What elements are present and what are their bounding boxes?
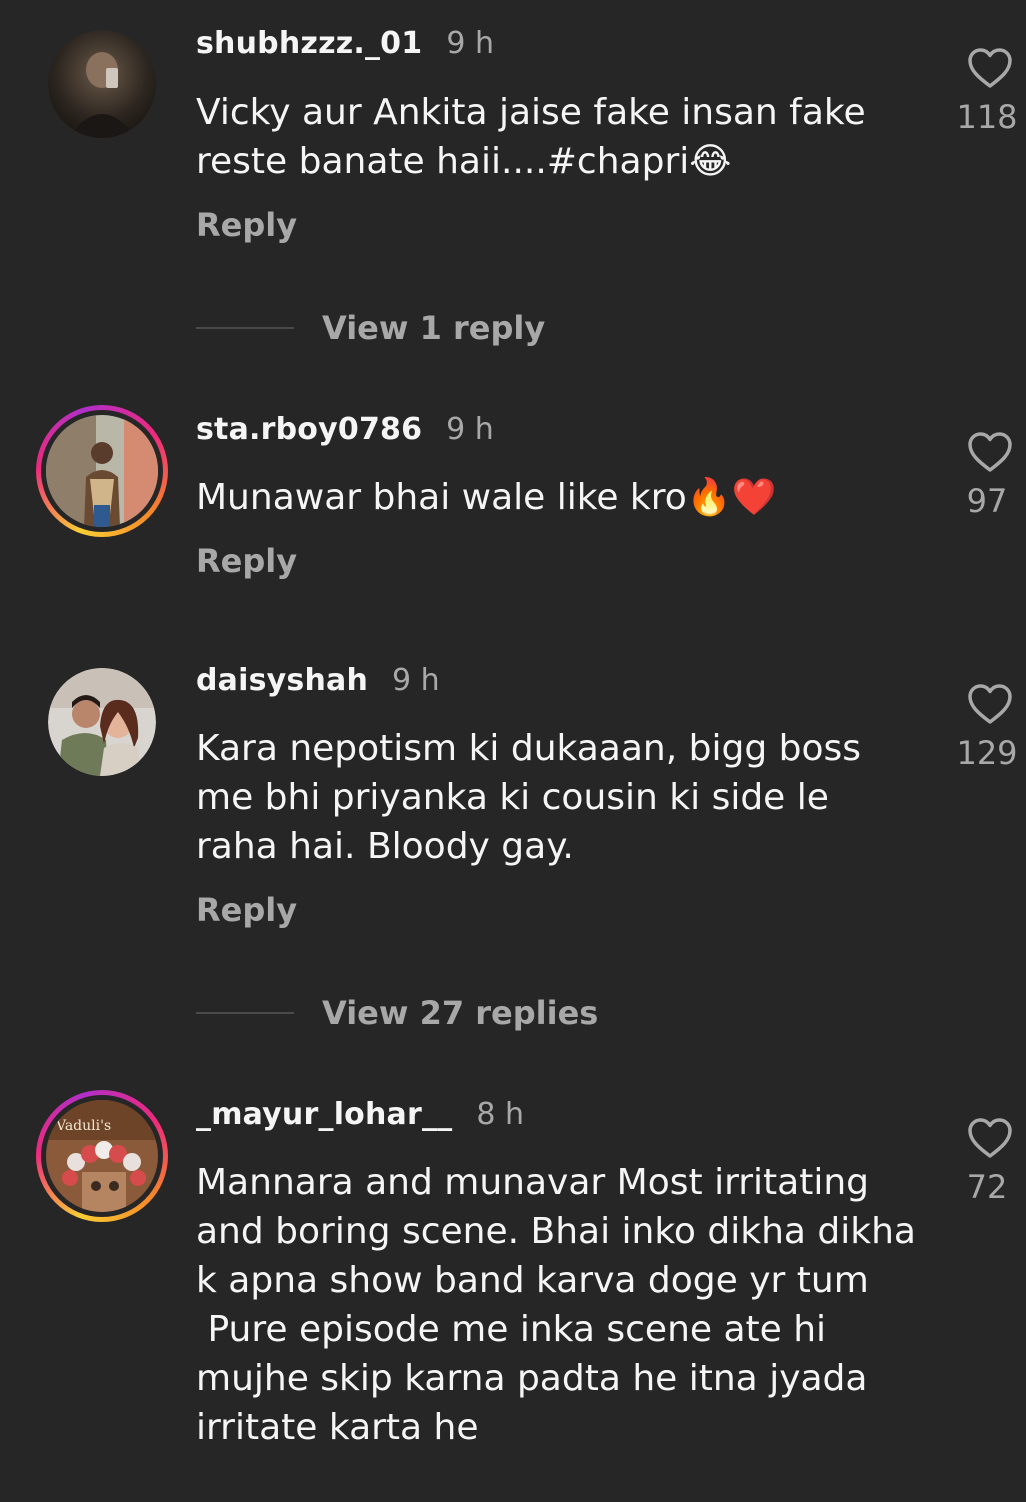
divider-line [196,1012,294,1014]
heart-outline-icon[interactable] [966,682,1014,726]
avatar[interactable]: Vaduli's [36,1090,168,1222]
avatar[interactable] [48,668,156,776]
like-column: 72 [950,1116,1026,1206]
like-column: 118 [950,46,1026,136]
like-count: 129 [956,734,1018,772]
heart-outline-icon[interactable] [966,46,1014,90]
comment-header: daisyshah 9 h [196,663,440,703]
comment-text: Munawar bhai wale like kro🔥❤️ [196,477,777,518]
comment-header: _mayur_lohar__ 8 h [196,1097,524,1137]
timestamp: 9 h [446,26,494,61]
heart-outline-icon[interactable] [966,430,1014,474]
like-column: 97 [950,430,1026,520]
username[interactable]: _mayur_lohar__ [196,1097,452,1132]
timestamp: 8 h [476,1097,525,1132]
username[interactable]: shubhzzz._01 [196,26,422,61]
comment-text: Vicky aur Ankita jaise fake insan fake r… [196,92,878,182]
view-replies-button[interactable]: View 1 reply [196,308,545,348]
view-replies-label[interactable]: View 1 reply [322,309,545,347]
comment-header: shubhzzz._01 9 h [196,26,494,66]
reply-button[interactable]: Reply [196,542,297,580]
comment-header: sta.rboy0786 9 h [196,412,494,452]
avatar-image: Vaduli's [46,1100,158,1212]
username[interactable]: sta.rboy0786 [196,412,422,447]
like-column: 129 [950,682,1026,772]
divider-line [196,327,294,329]
view-replies-button[interactable]: View 27 replies [196,993,598,1033]
view-replies-label[interactable]: View 27 replies [322,994,598,1032]
avatar-image [46,415,158,527]
like-count: 97 [966,482,1008,520]
reply-button[interactable]: Reply [196,891,297,929]
avatar-image [48,668,156,776]
like-count: 72 [966,1168,1008,1206]
username[interactable]: daisyshah [196,663,368,698]
avatar[interactable] [48,30,156,138]
avatar[interactable] [36,405,168,537]
heart-outline-icon[interactable] [966,1116,1014,1160]
svg-text:Vaduli's: Vaduli's [55,1118,111,1134]
avatar-image [48,30,156,138]
timestamp: 9 h [446,412,494,447]
comment-text: Kara nepotism ki dukaaan, bigg boss me b… [196,728,873,867]
reply-button[interactable]: Reply [196,206,297,244]
comment-text: Mannara and munavar Most irritating and … [196,1162,916,1448]
timestamp: 9 h [392,663,440,698]
like-count: 118 [956,98,1018,136]
